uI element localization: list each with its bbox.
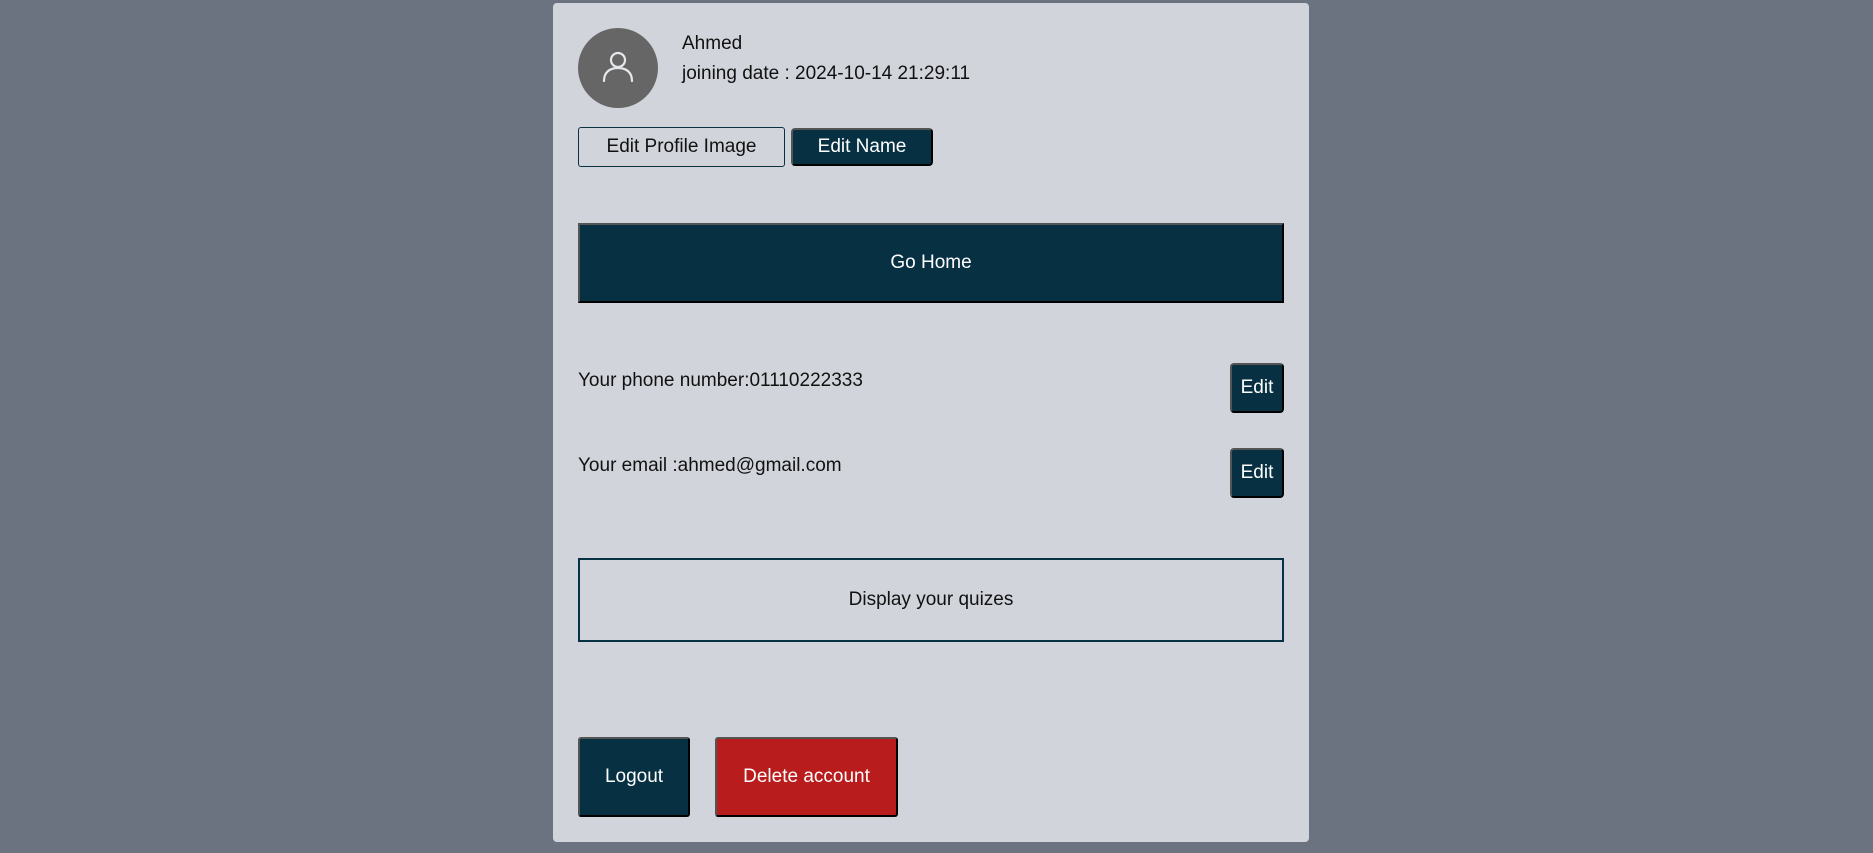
logout-button[interactable]: Logout <box>578 737 690 817</box>
user-icon <box>600 48 636 89</box>
go-home-button[interactable]: Go Home <box>578 223 1284 303</box>
delete-account-button[interactable]: Delete account <box>715 737 898 817</box>
edit-phone-button[interactable]: Edit <box>1230 363 1284 413</box>
joining-date: joining date : 2024-10-14 21:29:11 <box>682 63 971 84</box>
edit-email-button[interactable]: Edit <box>1230 448 1284 498</box>
phone-number-text: Your phone number:01110222333 <box>578 370 863 391</box>
display-quizes-button[interactable]: Display your quizes <box>578 558 1284 642</box>
edit-name-button[interactable]: Edit Name <box>791 128 933 166</box>
edit-profile-image-button[interactable]: Edit Profile Image <box>578 127 785 167</box>
profile-card: Ahmed joining date : 2024-10-14 21:29:11… <box>553 3 1309 842</box>
email-text: Your email :ahmed@gmail.com <box>578 455 842 476</box>
profile-name: Ahmed <box>682 33 743 54</box>
avatar <box>578 28 658 108</box>
